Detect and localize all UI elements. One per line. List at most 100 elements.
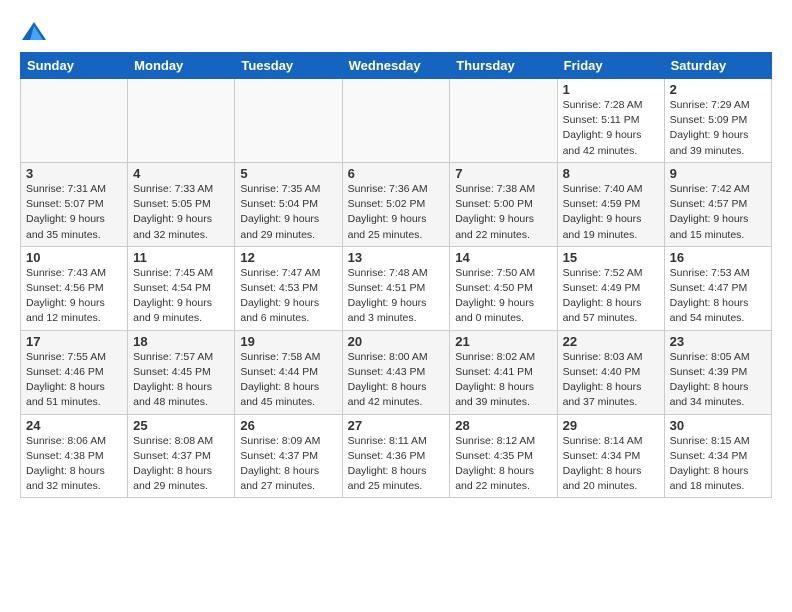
day-cell: 24Sunrise: 8:06 AM Sunset: 4:38 PM Dayli… <box>21 414 128 498</box>
week-row-4: 17Sunrise: 7:55 AM Sunset: 4:46 PM Dayli… <box>21 330 772 414</box>
day-number: 4 <box>133 166 229 181</box>
weekday-header-thursday: Thursday <box>450 53 557 79</box>
day-cell: 7Sunrise: 7:38 AM Sunset: 5:00 PM Daylig… <box>450 162 557 246</box>
day-cell <box>342 79 450 163</box>
day-cell: 25Sunrise: 8:08 AM Sunset: 4:37 PM Dayli… <box>128 414 235 498</box>
day-info: Sunrise: 7:48 AM Sunset: 4:51 PM Dayligh… <box>348 266 445 327</box>
day-info: Sunrise: 7:58 AM Sunset: 4:44 PM Dayligh… <box>240 350 336 411</box>
logo <box>20 18 52 46</box>
day-number: 8 <box>563 166 659 181</box>
day-number: 2 <box>670 82 766 97</box>
day-number: 17 <box>26 334 122 349</box>
weekday-header-row: SundayMondayTuesdayWednesdayThursdayFrid… <box>21 53 772 79</box>
day-info: Sunrise: 7:57 AM Sunset: 4:45 PM Dayligh… <box>133 350 229 411</box>
day-info: Sunrise: 7:31 AM Sunset: 5:07 PM Dayligh… <box>26 182 122 243</box>
weekday-header-wednesday: Wednesday <box>342 53 450 79</box>
day-number: 7 <box>455 166 551 181</box>
day-cell: 8Sunrise: 7:40 AM Sunset: 4:59 PM Daylig… <box>557 162 664 246</box>
day-number: 15 <box>563 250 659 265</box>
day-number: 21 <box>455 334 551 349</box>
weekday-header-monday: Monday <box>128 53 235 79</box>
day-info: Sunrise: 8:12 AM Sunset: 4:35 PM Dayligh… <box>455 434 551 495</box>
day-number: 29 <box>563 418 659 433</box>
day-info: Sunrise: 8:09 AM Sunset: 4:37 PM Dayligh… <box>240 434 336 495</box>
day-cell: 28Sunrise: 8:12 AM Sunset: 4:35 PM Dayli… <box>450 414 557 498</box>
day-info: Sunrise: 7:50 AM Sunset: 4:50 PM Dayligh… <box>455 266 551 327</box>
day-cell <box>128 79 235 163</box>
day-info: Sunrise: 7:42 AM Sunset: 4:57 PM Dayligh… <box>670 182 766 243</box>
day-info: Sunrise: 8:03 AM Sunset: 4:40 PM Dayligh… <box>563 350 659 411</box>
day-info: Sunrise: 7:43 AM Sunset: 4:56 PM Dayligh… <box>26 266 122 327</box>
day-cell: 5Sunrise: 7:35 AM Sunset: 5:04 PM Daylig… <box>235 162 342 246</box>
day-cell: 17Sunrise: 7:55 AM Sunset: 4:46 PM Dayli… <box>21 330 128 414</box>
header <box>20 10 772 46</box>
day-number: 11 <box>133 250 229 265</box>
day-number: 18 <box>133 334 229 349</box>
day-number: 30 <box>670 418 766 433</box>
day-cell <box>21 79 128 163</box>
day-number: 13 <box>348 250 445 265</box>
day-info: Sunrise: 7:52 AM Sunset: 4:49 PM Dayligh… <box>563 266 659 327</box>
day-cell: 9Sunrise: 7:42 AM Sunset: 4:57 PM Daylig… <box>664 162 771 246</box>
week-row-5: 24Sunrise: 8:06 AM Sunset: 4:38 PM Dayli… <box>21 414 772 498</box>
day-cell: 30Sunrise: 8:15 AM Sunset: 4:34 PM Dayli… <box>664 414 771 498</box>
day-number: 24 <box>26 418 122 433</box>
day-cell: 23Sunrise: 8:05 AM Sunset: 4:39 PM Dayli… <box>664 330 771 414</box>
day-number: 1 <box>563 82 659 97</box>
day-number: 3 <box>26 166 122 181</box>
day-cell: 21Sunrise: 8:02 AM Sunset: 4:41 PM Dayli… <box>450 330 557 414</box>
day-info: Sunrise: 7:35 AM Sunset: 5:04 PM Dayligh… <box>240 182 336 243</box>
day-info: Sunrise: 8:00 AM Sunset: 4:43 PM Dayligh… <box>348 350 445 411</box>
day-info: Sunrise: 8:06 AM Sunset: 4:38 PM Dayligh… <box>26 434 122 495</box>
day-number: 25 <box>133 418 229 433</box>
day-number: 28 <box>455 418 551 433</box>
week-row-3: 10Sunrise: 7:43 AM Sunset: 4:56 PM Dayli… <box>21 246 772 330</box>
day-cell: 14Sunrise: 7:50 AM Sunset: 4:50 PM Dayli… <box>450 246 557 330</box>
day-cell: 13Sunrise: 7:48 AM Sunset: 4:51 PM Dayli… <box>342 246 450 330</box>
day-cell: 11Sunrise: 7:45 AM Sunset: 4:54 PM Dayli… <box>128 246 235 330</box>
day-cell: 12Sunrise: 7:47 AM Sunset: 4:53 PM Dayli… <box>235 246 342 330</box>
day-cell: 20Sunrise: 8:00 AM Sunset: 4:43 PM Dayli… <box>342 330 450 414</box>
day-info: Sunrise: 7:36 AM Sunset: 5:02 PM Dayligh… <box>348 182 445 243</box>
logo-icon <box>20 18 48 46</box>
day-cell: 2Sunrise: 7:29 AM Sunset: 5:09 PM Daylig… <box>664 79 771 163</box>
day-number: 10 <box>26 250 122 265</box>
day-cell: 1Sunrise: 7:28 AM Sunset: 5:11 PM Daylig… <box>557 79 664 163</box>
day-cell: 6Sunrise: 7:36 AM Sunset: 5:02 PM Daylig… <box>342 162 450 246</box>
week-row-2: 3Sunrise: 7:31 AM Sunset: 5:07 PM Daylig… <box>21 162 772 246</box>
day-cell: 10Sunrise: 7:43 AM Sunset: 4:56 PM Dayli… <box>21 246 128 330</box>
day-info: Sunrise: 8:14 AM Sunset: 4:34 PM Dayligh… <box>563 434 659 495</box>
day-info: Sunrise: 7:47 AM Sunset: 4:53 PM Dayligh… <box>240 266 336 327</box>
day-info: Sunrise: 7:29 AM Sunset: 5:09 PM Dayligh… <box>670 98 766 159</box>
day-info: Sunrise: 7:45 AM Sunset: 4:54 PM Dayligh… <box>133 266 229 327</box>
day-cell: 18Sunrise: 7:57 AM Sunset: 4:45 PM Dayli… <box>128 330 235 414</box>
day-cell: 4Sunrise: 7:33 AM Sunset: 5:05 PM Daylig… <box>128 162 235 246</box>
day-cell: 19Sunrise: 7:58 AM Sunset: 4:44 PM Dayli… <box>235 330 342 414</box>
day-number: 14 <box>455 250 551 265</box>
day-cell: 26Sunrise: 8:09 AM Sunset: 4:37 PM Dayli… <box>235 414 342 498</box>
day-number: 5 <box>240 166 336 181</box>
day-number: 27 <box>348 418 445 433</box>
day-info: Sunrise: 7:55 AM Sunset: 4:46 PM Dayligh… <box>26 350 122 411</box>
day-number: 20 <box>348 334 445 349</box>
day-info: Sunrise: 7:53 AM Sunset: 4:47 PM Dayligh… <box>670 266 766 327</box>
day-info: Sunrise: 8:08 AM Sunset: 4:37 PM Dayligh… <box>133 434 229 495</box>
day-info: Sunrise: 7:40 AM Sunset: 4:59 PM Dayligh… <box>563 182 659 243</box>
day-cell <box>235 79 342 163</box>
calendar: SundayMondayTuesdayWednesdayThursdayFrid… <box>20 52 772 498</box>
day-info: Sunrise: 7:33 AM Sunset: 5:05 PM Dayligh… <box>133 182 229 243</box>
day-number: 16 <box>670 250 766 265</box>
day-number: 26 <box>240 418 336 433</box>
weekday-header-saturday: Saturday <box>664 53 771 79</box>
day-number: 19 <box>240 334 336 349</box>
weekday-header-tuesday: Tuesday <box>235 53 342 79</box>
day-info: Sunrise: 8:02 AM Sunset: 4:41 PM Dayligh… <box>455 350 551 411</box>
day-cell: 27Sunrise: 8:11 AM Sunset: 4:36 PM Dayli… <box>342 414 450 498</box>
day-number: 6 <box>348 166 445 181</box>
day-number: 23 <box>670 334 766 349</box>
day-cell: 15Sunrise: 7:52 AM Sunset: 4:49 PM Dayli… <box>557 246 664 330</box>
day-info: Sunrise: 8:15 AM Sunset: 4:34 PM Dayligh… <box>670 434 766 495</box>
day-info: Sunrise: 8:05 AM Sunset: 4:39 PM Dayligh… <box>670 350 766 411</box>
day-info: Sunrise: 8:11 AM Sunset: 4:36 PM Dayligh… <box>348 434 445 495</box>
week-row-1: 1Sunrise: 7:28 AM Sunset: 5:11 PM Daylig… <box>21 79 772 163</box>
